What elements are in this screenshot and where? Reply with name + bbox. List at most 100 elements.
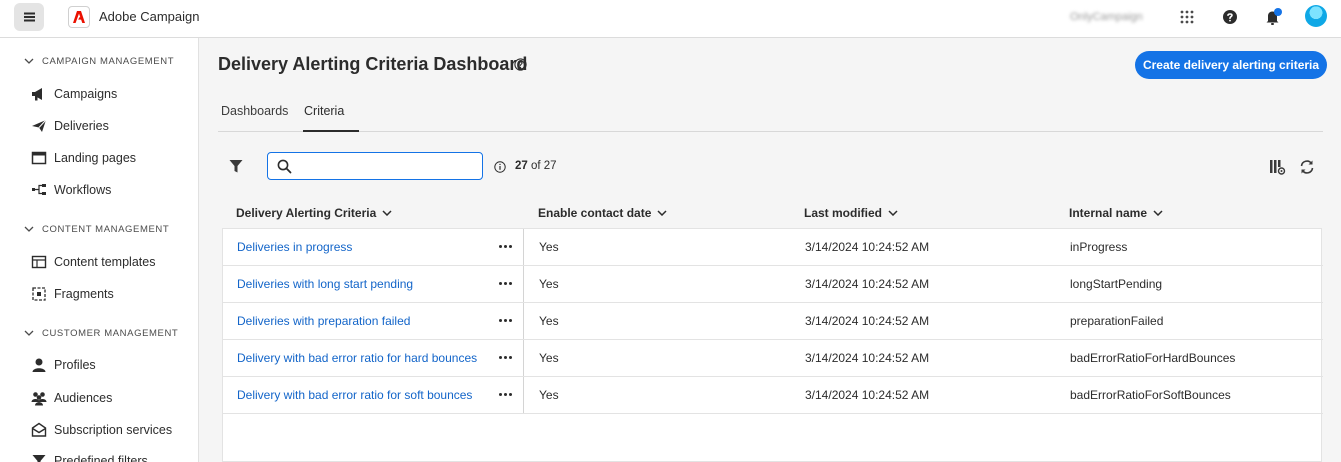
- chevron-down-icon: [24, 226, 34, 232]
- sidebar-item-label: Audiences: [54, 391, 113, 405]
- cell-last-modified: 3/14/2024 10:24:52 AM: [805, 388, 930, 402]
- column-header-last-modified[interactable]: Last modified: [804, 206, 898, 220]
- column-header-enable-contact-date[interactable]: Enable contact date: [538, 206, 667, 220]
- column-header-internal-name[interactable]: Internal name: [1069, 206, 1163, 220]
- column-header-criteria[interactable]: Delivery Alerting Criteria: [236, 206, 392, 220]
- sidebar-item-label: Campaigns: [54, 87, 118, 101]
- page-title: Delivery Alerting Criteria Dashboard: [218, 54, 528, 74]
- table-row[interactable]: Delivery with bad error ratio for hard b…: [223, 340, 1323, 377]
- column-settings-icon[interactable]: [1268, 158, 1286, 176]
- sidebar-item-fragments[interactable]: Fragments: [30, 284, 114, 304]
- table-row[interactable]: Deliveries with long start pending Yes 3…: [223, 266, 1323, 303]
- cell-last-modified: 3/14/2024 10:24:52 AM: [805, 277, 930, 291]
- notifications-bell-icon[interactable]: [1263, 7, 1283, 27]
- menu-toggle-button[interactable]: [14, 3, 44, 31]
- sidebar-item-label: Content templates: [54, 255, 156, 269]
- cell-enable-contact-date: Yes: [539, 388, 559, 402]
- table-row[interactable]: Delivery with bad error ratio for soft b…: [223, 377, 1323, 414]
- cell-internal-name: badErrorRatioForHardBounces: [1070, 351, 1236, 365]
- chevron-down-icon: [24, 58, 34, 64]
- sidebar-item-label: Fragments: [54, 287, 114, 301]
- sidebar-item-content-templates[interactable]: Content templates: [30, 252, 155, 272]
- main-content: Delivery Alerting Criteria Dashboard Cre…: [200, 38, 1341, 462]
- user-avatar[interactable]: [1305, 5, 1327, 27]
- sidebar-item-subscription-services[interactable]: Subscription services: [30, 420, 172, 440]
- sidebar-section-content-management[interactable]: CONTENT MANAGEMENT: [24, 222, 169, 236]
- audience-icon: [30, 390, 47, 407]
- refresh-icon[interactable]: [1298, 158, 1316, 176]
- count-shown: 27: [515, 160, 528, 172]
- cell-internal-name: inProgress: [1070, 240, 1128, 254]
- more-actions-icon[interactable]: [497, 239, 513, 253]
- chevron-down-icon: [382, 210, 392, 216]
- table-row[interactable]: Deliveries in progress Yes 3/14/2024 10:…: [223, 229, 1323, 266]
- sidebar-item-profiles[interactable]: Profiles: [30, 355, 96, 375]
- sidebar-item-campaigns[interactable]: Campaigns: [30, 84, 117, 104]
- cell-enable-contact-date: Yes: [539, 314, 559, 328]
- more-actions-icon[interactable]: [497, 276, 513, 290]
- cell-last-modified: 3/14/2024 10:24:52 AM: [805, 351, 930, 365]
- sidebar-item-predefined-filters[interactable]: Predefined filters: [30, 451, 148, 462]
- org-switcher[interactable]: OnlyCampaign: [1070, 11, 1143, 23]
- section-label: CONTENT MANAGEMENT: [42, 223, 170, 235]
- sidebar-item-workflows[interactable]: Workflows: [30, 180, 111, 200]
- workflow-icon: [30, 182, 47, 199]
- more-actions-icon[interactable]: [497, 387, 513, 401]
- fragment-icon: [30, 286, 47, 303]
- criteria-name-link[interactable]: Deliveries with preparation failed: [237, 314, 410, 328]
- user-icon: [30, 357, 47, 374]
- column-header-label: Enable contact date: [538, 206, 652, 220]
- filter-icon[interactable]: [228, 158, 244, 174]
- adobe-logo-icon[interactable]: [68, 6, 90, 28]
- top-bar: Adobe Campaign OnlyCampaign: [0, 0, 1341, 38]
- cell-last-modified: 3/14/2024 10:24:52 AM: [805, 314, 930, 328]
- chevron-down-icon: [24, 330, 34, 336]
- create-delivery-alerting-criteria-button[interactable]: Create delivery alerting criteria: [1135, 51, 1327, 79]
- search-input[interactable]: [298, 157, 478, 175]
- criteria-name-link[interactable]: Delivery with bad error ratio for soft b…: [237, 388, 472, 402]
- search-field[interactable]: [267, 152, 483, 180]
- more-actions-icon[interactable]: [497, 313, 513, 327]
- help-icon[interactable]: [1220, 7, 1240, 27]
- table-header: Delivery Alerting Criteria Enable contac…: [222, 202, 1322, 228]
- sidebar-section-campaign-management[interactable]: CAMPAIGN MANAGEMENT: [24, 54, 174, 68]
- cell-enable-contact-date: Yes: [539, 277, 559, 291]
- table-row[interactable]: Deliveries with preparation failed Yes 3…: [223, 303, 1323, 340]
- tab-criteria[interactable]: Criteria: [304, 104, 344, 118]
- sidebar-section-customer-management[interactable]: CUSTOMER MANAGEMENT: [24, 326, 178, 340]
- sidebar-item-deliveries[interactable]: Deliveries: [30, 116, 109, 136]
- sidebar-item-label: Subscription services: [54, 423, 173, 437]
- sidebar-item-label: Profiles: [54, 358, 96, 372]
- search-icon: [277, 159, 292, 174]
- active-tab-indicator: [303, 130, 359, 132]
- sidebar-item-landing-pages[interactable]: Landing pages: [30, 148, 136, 168]
- criteria-name-link[interactable]: Deliveries with long start pending: [237, 277, 413, 291]
- criteria-name-link[interactable]: Deliveries in progress: [237, 240, 352, 254]
- cell-internal-name: badErrorRatioForSoftBounces: [1070, 388, 1231, 402]
- info-icon[interactable]: [494, 160, 506, 173]
- chevron-down-icon: [657, 210, 667, 216]
- cell-internal-name: preparationFailed: [1070, 314, 1164, 328]
- more-actions-icon[interactable]: [497, 350, 513, 364]
- sidebar-item-label: Predefined filters: [54, 454, 148, 462]
- sidebar-item-label: Deliveries: [54, 119, 109, 133]
- paper-plane-icon: [30, 118, 47, 135]
- cell-enable-contact-date: Yes: [539, 240, 559, 254]
- sidebar-item-audiences[interactable]: Audiences: [30, 388, 112, 408]
- column-header-label: Last modified: [804, 206, 883, 220]
- app-grid-icon[interactable]: [1177, 7, 1197, 27]
- tab-dashboards[interactable]: Dashboards: [221, 104, 288, 118]
- count-total: of 27: [531, 160, 557, 172]
- filter-icon: [30, 453, 47, 462]
- cell-internal-name: longStartPending: [1070, 277, 1163, 291]
- criteria-name-link[interactable]: Delivery with bad error ratio for hard b…: [237, 351, 477, 365]
- chevron-down-icon: [888, 210, 898, 216]
- hamburger-icon: [23, 16, 35, 18]
- browser-window-icon: [30, 150, 47, 167]
- megaphone-icon: [30, 86, 47, 103]
- sidebar-item-label: Workflows: [54, 183, 112, 197]
- info-help-icon[interactable]: [514, 58, 527, 71]
- app-name[interactable]: Adobe Campaign: [99, 9, 199, 24]
- section-label: CAMPAIGN MANAGEMENT: [42, 55, 175, 67]
- chevron-down-icon: [1153, 210, 1163, 216]
